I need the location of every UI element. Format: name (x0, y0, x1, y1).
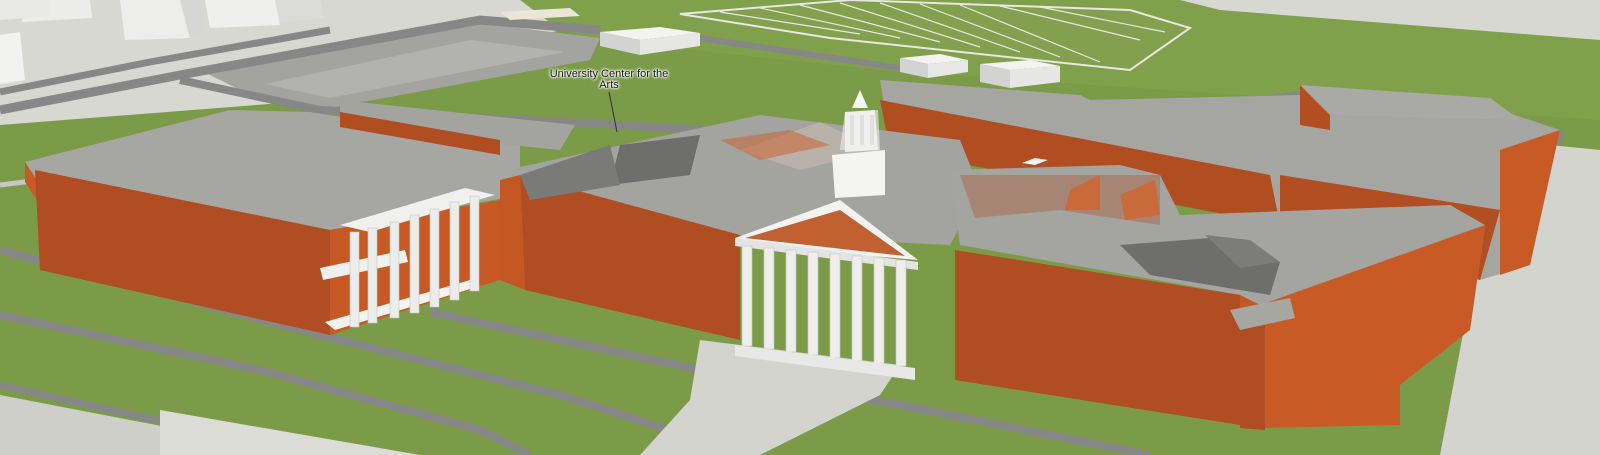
map-view[interactable]: University Center for the Arts (0, 0, 1600, 455)
map-canvas[interactable] (0, 0, 1600, 455)
